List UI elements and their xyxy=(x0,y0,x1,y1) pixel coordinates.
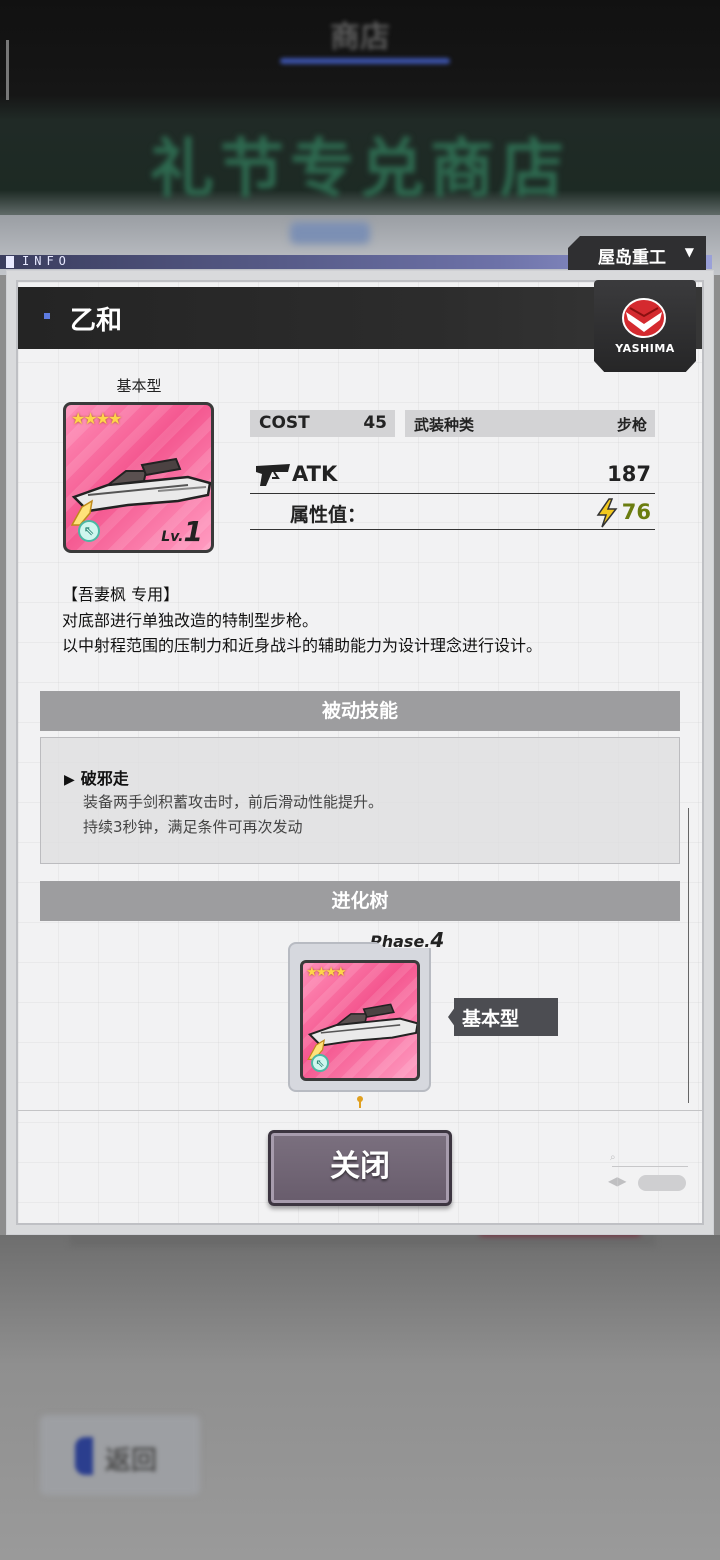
search-icon: ⌕ xyxy=(610,1152,616,1163)
skill-description: 装备两手剑积蓄攻击时，前后滑动性能提升。 持续3秒钟，满足条件可再次发动 xyxy=(83,790,383,840)
yashima-logo-icon xyxy=(622,298,666,338)
lightning-icon xyxy=(596,498,618,528)
footer-decoration-pill xyxy=(638,1175,686,1191)
weapon-type-label: 武装种类 xyxy=(414,416,475,434)
cost-label: COST xyxy=(259,413,310,433)
triangle-right-icon: ▶ xyxy=(64,772,75,788)
atk-value: 187 xyxy=(607,462,651,486)
triangle-down-icon: ▼ xyxy=(684,245,694,259)
item-card: ★★★★ ⇖ Lv.1 xyxy=(63,402,214,553)
description-line: 【吾妻枫 专用】 xyxy=(62,585,180,604)
skill-description-line: 持续3秒钟，满足条件可再次发动 xyxy=(83,818,303,836)
item-level: Lv.1 xyxy=(161,515,203,548)
evolution-node-card[interactable]: ★★★★ ⇖ xyxy=(300,960,420,1081)
manufacturer-name: 屋岛重工 xyxy=(598,247,666,268)
title-dot-icon xyxy=(44,313,50,319)
background-tab-icon xyxy=(290,222,370,244)
rarity-stars: ★★★★ xyxy=(71,409,122,428)
arrows-icon: ◀▶ xyxy=(608,1174,627,1188)
background-back-label: 返回 xyxy=(105,1446,158,1476)
weapon-type-value: 步枪 xyxy=(616,416,647,434)
background-title: 商店 xyxy=(330,20,390,55)
footer-decoration-line xyxy=(612,1166,688,1167)
close-button[interactable]: 关闭 xyxy=(268,1130,452,1206)
manufacturer-logo-text: YASHIMA xyxy=(615,342,675,355)
description-line: 对底部进行单独改造的特制型步枪。 xyxy=(62,610,319,630)
cost-value: 45 xyxy=(363,413,387,433)
weapon-type-stat: 武装种类 步枪 xyxy=(405,410,655,437)
info-mark-icon xyxy=(6,256,14,268)
cost-stat: COST 45 xyxy=(250,410,395,437)
attribute-value: 76 xyxy=(621,500,651,524)
atk-label: ATK xyxy=(292,462,338,486)
arrow-badge-icon: ⇖ xyxy=(311,1054,329,1072)
pin-icon xyxy=(357,1096,363,1108)
background-banner: 礼节专兑商店 xyxy=(150,133,570,207)
attribute-stat: 属性值： 76 xyxy=(250,496,655,530)
description-line: 以中射程范围的压制力和近身战斗的辅助能力为设计理念进行设计。 xyxy=(62,636,543,655)
atk-stat: ATK 187 xyxy=(250,456,655,494)
manufacturer-dropdown[interactable]: 屋岛重工 ▼ xyxy=(568,236,706,274)
item-name: 乙和 xyxy=(70,306,123,336)
attribute-label: 属性值： xyxy=(290,504,367,526)
passive-skill-header: 被动技能 xyxy=(40,691,680,731)
footer-divider xyxy=(18,1110,702,1111)
background-title-underline xyxy=(280,58,450,64)
evolution-node-label: 基本型 xyxy=(448,998,558,1036)
gun-icon xyxy=(256,464,290,486)
item-type-label: 基本型 xyxy=(116,377,162,395)
skill-description-line: 装备两手剑积蓄攻击时，前后滑动性能提升。 xyxy=(83,793,384,811)
evolution-tree-header: 进化树 xyxy=(40,881,680,921)
item-description: 【吾妻枫 专用】 对底部进行单独改造的特制型步枪。 以中射程范围的压制力和近身战… xyxy=(62,582,662,659)
rarity-stars: ★★★★ xyxy=(306,965,347,980)
arrow-badge-icon: ⇖ xyxy=(78,520,100,542)
background-bottom xyxy=(0,1235,720,1560)
skill-name: ▶ 破邪走 xyxy=(64,769,129,788)
back-arrow-icon xyxy=(75,1437,93,1475)
scrollbar[interactable] xyxy=(688,808,689,1103)
info-label: INFO xyxy=(22,254,71,268)
